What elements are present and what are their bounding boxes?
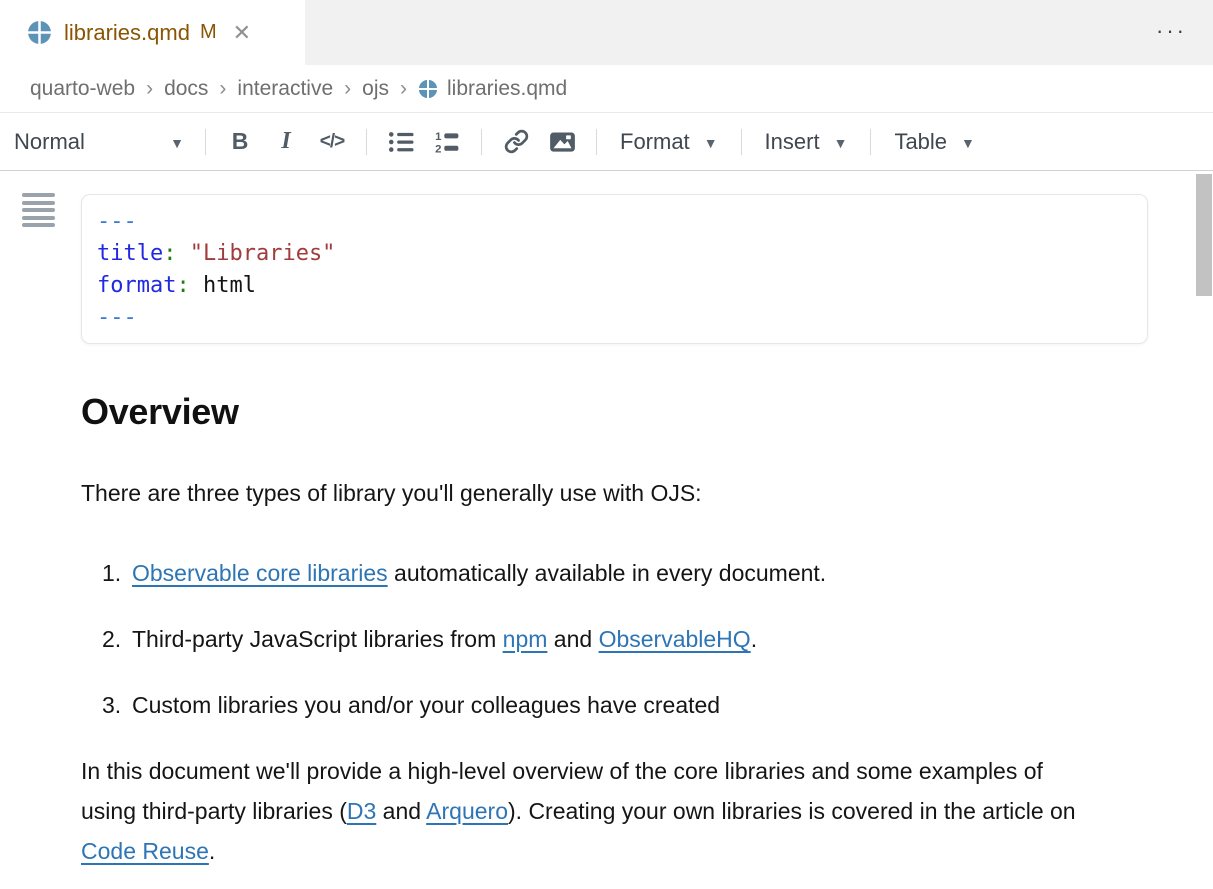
doc-link[interactable]: ObservableHQ	[599, 626, 751, 652]
yaml-front-matter-block[interactable]: --- title: "Libraries" format: html ---	[81, 194, 1148, 344]
paragraph-style-value: Normal	[14, 129, 85, 155]
bullet-list-button[interactable]	[378, 122, 424, 162]
doc-text: Custom libraries you and/or your colleag…	[132, 692, 720, 718]
list-number: 1.	[102, 553, 132, 593]
numbered-list: 1. Observable core libraries automatical…	[81, 553, 1151, 725]
chevron-down-icon: ▼	[961, 132, 975, 151]
breadcrumb-item-docs[interactable]: docs	[164, 77, 208, 101]
toolbar-divider	[366, 129, 367, 155]
close-icon[interactable]: ✕	[233, 22, 251, 44]
toolbar-divider	[870, 129, 871, 155]
toolbar-divider	[205, 129, 206, 155]
list-number: 2.	[102, 619, 132, 659]
chevron-down-icon: ▼	[170, 132, 184, 151]
tab-title: libraries.qmd	[64, 20, 190, 46]
breadcrumb-item-interactive[interactable]: interactive	[237, 77, 333, 101]
doc-text: automatically available in every documen…	[388, 560, 827, 586]
svg-text:1: 1	[435, 130, 441, 142]
doc-link[interactable]: Code Reuse	[81, 838, 209, 864]
quarto-file-icon	[418, 79, 438, 99]
paragraph-style-select[interactable]: Normal ▼	[14, 129, 194, 155]
table-menu-button[interactable]: Table ▼	[882, 129, 986, 155]
doc-text: ). Creating your own libraries is covere…	[508, 798, 1076, 824]
breadcrumb-separator: ›	[146, 77, 153, 101]
yaml-delimiter: ---	[97, 302, 1132, 334]
doc-link[interactable]: npm	[503, 626, 548, 652]
formatting-toolbar: Normal ▼ B I </> 1 2	[0, 113, 1213, 171]
more-actions-icon[interactable]: ···	[1156, 18, 1187, 44]
doc-text: Third-party JavaScript libraries from	[132, 626, 503, 652]
section-heading[interactable]: Overview	[81, 391, 1151, 433]
intro-paragraph[interactable]: There are three types of library you'll …	[81, 473, 1093, 513]
chevron-down-icon: ▼	[704, 132, 718, 151]
bullet-list-icon	[388, 129, 414, 155]
bold-button[interactable]: B	[217, 122, 263, 162]
yaml-title-line: title: "Libraries"	[97, 238, 1132, 270]
quarto-file-icon	[27, 20, 52, 45]
breadcrumb-separator: ›	[219, 77, 226, 101]
list-item[interactable]: 1. Observable core libraries automatical…	[81, 553, 1151, 593]
toolbar-divider	[741, 129, 742, 155]
yaml-delimiter: ---	[97, 206, 1132, 238]
image-button[interactable]	[539, 122, 585, 162]
svg-text:2: 2	[435, 143, 441, 155]
doc-text: .	[209, 838, 215, 864]
breadcrumb: quarto-web › docs › interactive › ojs › …	[0, 65, 1213, 113]
list-text: Custom libraries you and/or your colleag…	[132, 685, 720, 725]
breadcrumb-separator: ›	[344, 77, 351, 101]
italic-button[interactable]: I	[263, 122, 309, 162]
tab-bar: libraries.qmd M ✕ ···	[0, 0, 1213, 65]
scrollbar-thumb[interactable]	[1196, 174, 1212, 296]
list-text: Third-party JavaScript libraries from np…	[132, 619, 757, 659]
list-number: 3.	[102, 685, 132, 725]
yaml-format-line: format: html	[97, 270, 1132, 302]
chevron-down-icon: ▼	[834, 132, 848, 151]
code-button[interactable]: </>	[309, 122, 355, 162]
list-text: Observable core libraries automatically …	[132, 553, 826, 593]
doc-text: There are three types of library you'll …	[81, 480, 702, 506]
editor-canvas[interactable]: --- title: "Libraries" format: html --- …	[0, 172, 1213, 889]
link-icon	[504, 129, 529, 154]
toolbar-divider	[481, 129, 482, 155]
breadcrumb-separator: ›	[400, 77, 407, 101]
breadcrumb-item-libraries-qmd[interactable]: libraries.qmd	[447, 77, 567, 101]
closing-paragraph[interactable]: In this document we'll provide a high-le…	[81, 751, 1093, 871]
block-drag-handle-icon[interactable]	[22, 193, 55, 231]
list-item[interactable]: 3. Custom libraries you and/or your coll…	[81, 685, 1151, 725]
toolbar-divider	[596, 129, 597, 155]
format-menu-label: Format	[620, 129, 690, 155]
insert-menu-button[interactable]: Insert ▼	[753, 129, 860, 155]
breadcrumb-item-ojs[interactable]: ojs	[362, 77, 389, 101]
numbered-list-button[interactable]: 1 2	[424, 122, 470, 162]
tab-libraries-qmd[interactable]: libraries.qmd M ✕	[0, 0, 305, 65]
doc-text: and	[376, 798, 426, 824]
modified-badge: M	[200, 21, 217, 44]
doc-text: and	[547, 626, 598, 652]
doc-link[interactable]: Arquero	[426, 798, 508, 824]
insert-menu-label: Insert	[765, 129, 820, 155]
list-item[interactable]: 2. Third-party JavaScript libraries from…	[81, 619, 1151, 659]
link-button[interactable]	[493, 122, 539, 162]
breadcrumb-item-quarto-web[interactable]: quarto-web	[30, 77, 135, 101]
table-menu-label: Table	[894, 129, 947, 155]
doc-text: .	[751, 626, 757, 652]
numbered-list-icon: 1 2	[434, 129, 460, 155]
format-menu-button[interactable]: Format ▼	[608, 129, 730, 155]
doc-link[interactable]: Observable core libraries	[132, 560, 388, 586]
image-icon	[549, 128, 576, 155]
doc-link[interactable]: D3	[347, 798, 376, 824]
